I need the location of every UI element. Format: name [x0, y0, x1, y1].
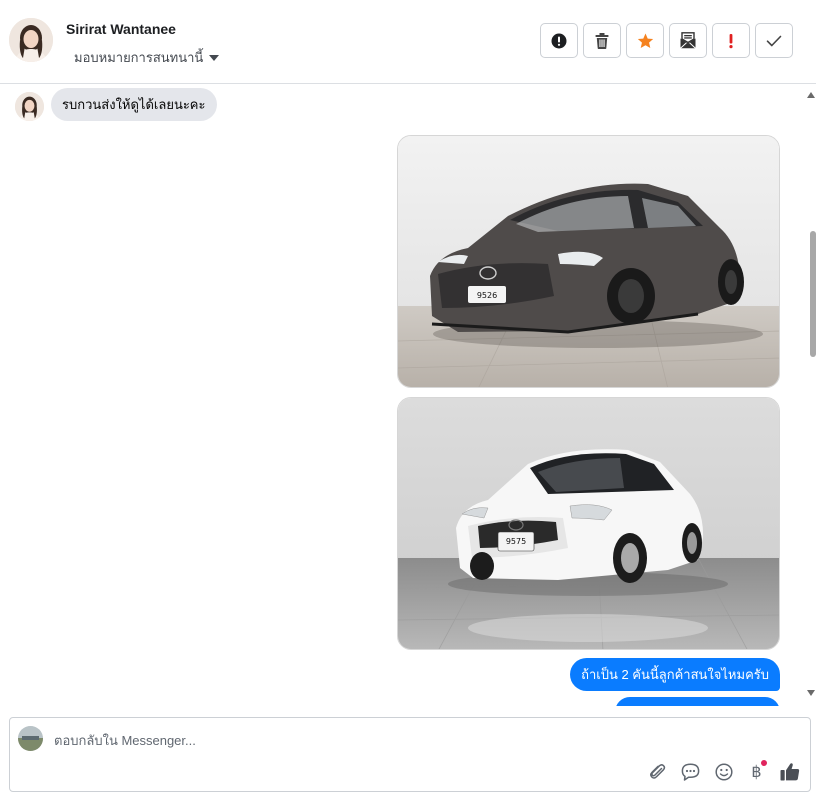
outgoing-message: ถ้าเป็น 2 คันนี้ลูกค้าสนใจไหมครับ	[570, 658, 780, 691]
caret-down-icon	[209, 55, 220, 61]
reply-composer: ฿	[9, 717, 811, 792]
saved-replies-button[interactable]	[680, 761, 701, 782]
baht-icon: ฿	[751, 762, 762, 781]
star-icon	[637, 33, 653, 48]
scroll-down-arrow-icon[interactable]	[807, 690, 815, 696]
exclamation-icon	[729, 33, 733, 48]
report-spam-button[interactable]	[540, 23, 578, 58]
scrollbar-thumb[interactable]	[810, 231, 816, 357]
emoji-button[interactable]	[713, 761, 734, 782]
sender-avatar	[15, 92, 44, 121]
like-button[interactable]	[779, 761, 800, 782]
car-photo-grey[interactable]: 9526	[397, 135, 780, 388]
thumbs-up-icon	[780, 763, 799, 781]
assign-label: มอบหมายการสนทนานี้	[74, 50, 204, 65]
exclamation-circle-icon	[551, 33, 567, 48]
svg-text:9526: 9526	[477, 291, 497, 300]
svg-text:9575: 9575	[506, 537, 526, 546]
reply-input[interactable]	[54, 730, 754, 750]
envelope-icon	[680, 32, 696, 49]
chat-bubble-icon	[681, 762, 700, 781]
assign-conversation-dropdown[interactable]: มอบหมายการสนทนานี้	[74, 47, 220, 68]
delete-button[interactable]	[583, 23, 621, 58]
emoji-icon	[714, 762, 733, 781]
follow-up-button[interactable]	[712, 23, 750, 58]
car-photo-white[interactable]: 9575	[397, 397, 780, 650]
conversation-header: Sirirat Wantanee มอบหมายการสนทนานี้	[0, 0, 816, 84]
star-button[interactable]	[626, 23, 664, 58]
trash-icon	[595, 32, 609, 49]
conversation-actions	[540, 23, 793, 58]
composer-tools: ฿	[647, 760, 800, 782]
contact-name[interactable]: Sirirat Wantanee	[66, 21, 176, 37]
incoming-message: รบกวนส่งให้ดูได้เลยนะคะ	[51, 88, 217, 121]
payment-button[interactable]: ฿	[746, 760, 767, 782]
notification-dot	[761, 760, 767, 766]
check-icon	[766, 35, 782, 46]
outgoing-message-partial	[615, 697, 780, 706]
scroll-up-arrow-icon[interactable]	[807, 92, 815, 98]
contact-avatar[interactable]	[9, 18, 53, 62]
paperclip-icon	[649, 763, 665, 779]
mark-done-button[interactable]	[755, 23, 793, 58]
mark-unread-button[interactable]	[669, 23, 707, 58]
attach-button[interactable]	[647, 761, 668, 782]
message-thread[interactable]: รบกวนส่งให้ดูได้เลยนะคะ 9526 9575 ถ้าเป็…	[0, 84, 816, 706]
page-avatar	[18, 726, 43, 751]
